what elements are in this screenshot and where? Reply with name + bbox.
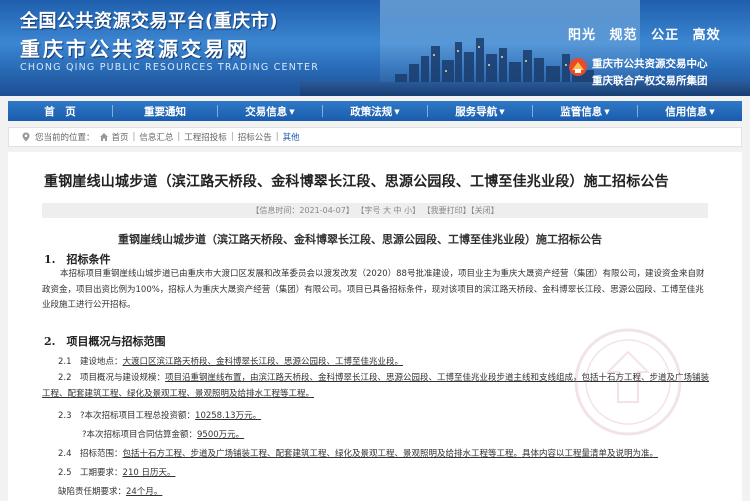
font-size-small[interactable]: 小 (404, 206, 412, 215)
breadcrumb-home[interactable]: 首页 (112, 131, 129, 143)
section-paragraph: 本招标项目重钢崖线山城步道已由重庆市大渡口区发展和改革委员会以渡发改发（2020… (42, 269, 705, 310)
platform-title: 全国公共资源交易平台(重庆市) (20, 11, 278, 32)
breadcrumb-bid-announcement[interactable]: 招标公告 (238, 131, 272, 143)
main-nav: 首 页 重要通知 交易信息 ▼ 政策法规 ▼ 服务导航 ▼ 监管信息 ▼ 信用信息 ▼ (8, 101, 742, 121)
breadcrumb-separator: | (230, 132, 234, 142)
chevron-down-icon: ▼ (499, 107, 505, 116)
item-label: 2.5 工期要求： (58, 468, 123, 478)
publish-date: 【信息时间：2021-04-07】 (251, 206, 354, 215)
item-total-investment: 2.3 ?本次招标项目工程总投资额：10258.13万元。 (58, 409, 261, 421)
item-defect-liability: 缺陷责任期要求：24个月。 (58, 485, 162, 497)
item-label: 缺陷责任期要求： (58, 487, 127, 497)
nav-notices[interactable]: 重要通知 (113, 104, 217, 119)
chevron-down-icon: ▼ (604, 107, 610, 116)
watermark-seal-icon (574, 328, 682, 436)
slogan-item: 规范 (609, 28, 638, 43)
breadcrumb-info-summary[interactable]: 信息汇总 (139, 131, 173, 143)
nav-label: 政策法规 (350, 105, 393, 118)
item-bid-scope: 2.4 招标范围：包括十石方工程、步道及广场铺装工程、配套建筑工程、绿化及景观工… (58, 447, 658, 459)
article-meta-bar: 【信息时间：2021-04-07】 【字号 大 中 小】 【我要打印】【关闭】 (42, 203, 708, 218)
breadcrumb-separator: | (132, 132, 136, 142)
nav-label: 信用信息 (665, 105, 708, 118)
slogan-item: 阳光 (568, 28, 597, 43)
nav-label: 交易信息 (245, 105, 288, 118)
item-value: 9500万元。 (197, 430, 245, 440)
nav-label: 重要通知 (144, 105, 186, 118)
print-link[interactable]: 【我要打印】 (423, 206, 471, 215)
font-size-close: 】 (412, 206, 421, 215)
item-value: 大渡口区滨江路天桥段、金科博翠长江段、思源公园段、工博至佳兆业段。 (122, 357, 404, 367)
chevron-down-icon: ▼ (709, 107, 715, 116)
site-title: 重庆市公共资源交易网 (20, 37, 250, 61)
breadcrumb: 您当前的位置： 首页 | 信息汇总 | 工程招投标 | 招标公告 | 其他 (8, 127, 742, 147)
item-schedule: 2.5 工期要求：210 日历天。 (58, 466, 175, 478)
breadcrumb-current[interactable]: 其他 (283, 131, 300, 143)
font-size-large[interactable]: 大 (383, 206, 391, 215)
item-construction-site: 2.1 建设地点：大渡口区滨江路天桥段、金科博翠长江段、思源公园段、工博至佳兆业… (58, 355, 403, 367)
nav-service-guide[interactable]: 服务导航 ▼ (428, 104, 532, 119)
section-title: 2. 项目概况与招标范围 (44, 335, 166, 348)
article-title: 重钢崖线山城步道（滨江路天桥段、金科博翠长江段、思源公园段、工博至佳兆业段）施工… (44, 174, 669, 190)
site-banner: 全国公共资源交易平台(重庆市) 重庆市公共资源交易网 CHONG QING PU… (0, 0, 750, 96)
chevron-down-icon: ▼ (394, 107, 400, 116)
nav-trading-info[interactable]: 交易信息 ▼ (218, 104, 322, 119)
slogan-item: 公正 (651, 28, 680, 43)
nav-supervision[interactable]: 监管信息 ▼ (533, 104, 637, 119)
nav-label: 监管信息 (560, 105, 603, 118)
article-subtitle: 重钢崖线山城步道（滨江路天桥段、金科博翠长江段、思源公园段、工博至佳兆业段）施工… (118, 233, 602, 246)
item-label: 2.2 项目概况与建设规模： (58, 373, 166, 383)
nav-home[interactable]: 首 页 (8, 104, 112, 119)
item-value: 10258.13万元。 (195, 411, 262, 421)
font-size-medium[interactable]: 中 (394, 206, 402, 215)
site-title-english: CHONG QING PUBLIC RESOURCES TRADING CENT… (20, 62, 320, 73)
item-contract-estimate: ?本次招标项目合同估算金额：9500万元。 (82, 428, 244, 440)
nav-label: 服务导航 (455, 105, 498, 118)
chevron-down-icon: ▼ (289, 107, 295, 116)
article-panel: 重钢崖线山城步道（滨江路天桥段、金科博翠长江段、思源公园段、工博至佳兆业段）施工… (8, 152, 742, 501)
breadcrumb-separator: | (177, 132, 181, 142)
home-icon[interactable] (99, 132, 109, 142)
slogan: 阳光 规范 公正 高效 (568, 24, 729, 43)
item-label: 2.3 ?本次招标项目工程总投资额： (58, 411, 196, 421)
nav-policies[interactable]: 政策法规 ▼ (323, 104, 427, 119)
org-name-2: 重庆联合产权交易所集团 (592, 75, 708, 87)
close-link[interactable]: 【关闭】 (471, 206, 499, 215)
slogan-item: 高效 (692, 28, 721, 43)
item-value: 24个月。 (126, 487, 163, 497)
item-label: 2.1 建设地点： (58, 357, 123, 367)
font-size-label: 【字号 (356, 206, 381, 215)
item-value: 210 日历天。 (122, 468, 176, 478)
breadcrumb-separator: | (275, 132, 279, 142)
section-title: 1. 招标条件 (44, 253, 111, 266)
item-label: 2.4 招标范围： (58, 449, 123, 459)
location-pin-icon (22, 132, 30, 142)
item-label: ?本次招标项目合同估算金额： (82, 430, 198, 440)
nav-label: 首 页 (44, 105, 76, 118)
org-name-1: 重庆市公共资源交易中心 (592, 58, 708, 70)
breadcrumb-engineering-bidding[interactable]: 工程招投标 (184, 131, 227, 143)
item-value: 包括十石方工程、步道及广场铺装工程、配套建筑工程、绿化及景观工程、景观照明及给排… (122, 449, 659, 459)
breadcrumb-prefix: 您当前的位置： (35, 133, 95, 143)
nav-credit-info[interactable]: 信用信息 ▼ (638, 104, 742, 119)
org-logo-icon (569, 58, 587, 76)
